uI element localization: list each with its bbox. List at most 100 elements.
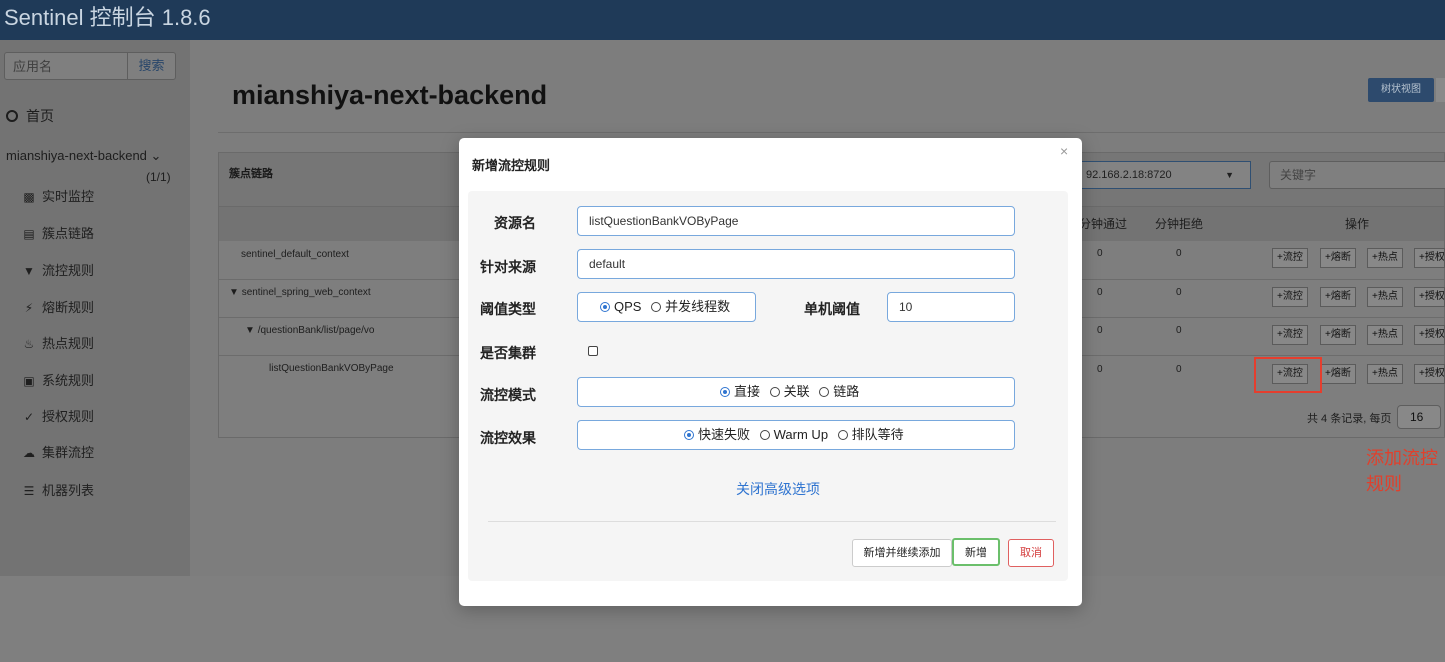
pager-summary: 共 4 条记录, 每页 [1307,413,1392,425]
mode-chain[interactable]: 链路 [819,378,859,406]
close-icon[interactable]: × [1060,143,1068,159]
mode-group: 直接 关联 链路 [577,377,1015,407]
add-degrade-button[interactable]: +熔断 [1320,287,1356,307]
sidebar-item-label: 熔断规则 [42,300,95,315]
home-label: 首页 [26,108,54,124]
sidebar: 搜索 首页 mianshiya-next-backend ⌄ (1/1) ▩ 实时… [0,40,190,576]
tree-view-button[interactable]: 树状视图 [1368,78,1434,102]
resource-label: 资源名 [494,215,536,231]
effect-fast-fail[interactable]: 快速失败 [684,421,750,449]
sidebar-item-links[interactable]: ▤ 簇点链路 [22,223,94,242]
add-flow-button[interactable]: +流控 [1272,287,1308,307]
add-degrade-button[interactable]: +熔断 [1320,364,1356,384]
add-hot-button[interactable]: +热点 [1367,287,1403,307]
col-reject: 分钟拒绝 [1155,217,1204,231]
add-hot-button[interactable]: +热点 [1367,364,1403,384]
radio-icon [651,302,662,312]
resource-name[interactable]: ▼ sentinel_spring_web_context [229,287,371,298]
sidebar-item-auth-rules[interactable]: ✓ 授权规则 [22,406,94,425]
machine-select[interactable]: 92.168.2.18:8720 ▼ [1081,161,1251,189]
sidebar-item-label: 授权规则 [42,409,95,424]
add-and-continue-button[interactable]: 新增并继续添加 [852,539,952,567]
machine-value: 92.168.2.18:8720 [1086,169,1172,181]
dialog-body: 资源名 listQuestionBankVOByPage 针对来源 defaul… [468,191,1068,581]
add-button[interactable]: 新增 [952,538,1000,566]
sidebar-item-flow-rules[interactable]: ▼ 流控规则 [22,260,94,279]
list-view-button[interactable] [1436,78,1445,102]
origin-field[interactable]: default [577,249,1015,279]
add-auth-button[interactable]: +授权 [1414,287,1445,307]
cluster-label: 是否集群 [480,345,536,361]
add-hot-button[interactable]: +热点 [1367,325,1403,345]
add-auth-button[interactable]: +授权 [1414,248,1445,268]
page-size-input[interactable]: 16 [1397,405,1441,429]
add-degrade-button[interactable]: +熔断 [1320,248,1356,268]
add-degrade-button[interactable]: +熔断 [1320,325,1356,345]
effect-warm-up[interactable]: Warm Up [759,421,828,449]
sidebar-item-label: 集群流控 [42,445,95,460]
filter-icon: ▼ [23,264,35,278]
resource-label: sentinel_spring_web_context [241,287,371,298]
fire-icon: ♨ [23,337,35,351]
app-menu[interactable]: mianshiya-next-backend ⌄ [6,148,161,164]
single-threshold-field[interactable]: 10 [887,292,1015,322]
chevron-down-icon: ⌄ [150,148,162,163]
add-hot-button[interactable]: +热点 [1367,248,1403,268]
threshold-type-qps[interactable]: QPS [600,293,641,321]
top-navbar: Sentinel 控制台 1.8.6 [0,0,1445,40]
panel-title: 簇点链路 [229,168,273,180]
annotation-label: 添加流控规则 [1366,448,1438,494]
sidebar-item-cluster[interactable]: ☁ 集群流控 [22,442,94,461]
keyword-input[interactable]: 关键字 [1269,161,1445,189]
sidebar-item-label: 热点规则 [42,336,95,351]
radio-icon [759,430,770,440]
cloud-icon: ☁ [23,446,35,460]
origin-label: 针对来源 [480,259,536,275]
resource-name: sentinel_default_context [241,249,349,260]
resource-name: listQuestionBankVOByPage [269,363,394,374]
effect-queue[interactable]: 排队等待 [837,421,904,449]
close-advanced-link[interactable]: 关闭高级选项 [736,479,820,499]
app-search-input[interactable] [5,53,127,79]
clock-icon [6,110,18,122]
bar-chart-icon: ▩ [23,190,35,204]
add-auth-button[interactable]: +授权 [1414,325,1445,345]
radio-checked-icon [684,430,694,440]
mode-relate[interactable]: 关联 [769,378,810,406]
threshold-type-group: QPS 并发线程数 [577,292,756,322]
th-list-icon: ☰ [23,484,35,498]
reject-count: 0 [1176,287,1182,298]
mode-label: 流控模式 [480,387,536,403]
sidebar-item-hot-rules[interactable]: ♨ 热点规则 [22,333,94,352]
caret-down-icon: ▼ [245,325,258,336]
caret-down-icon: ▼ [1225,170,1234,180]
add-flow-button[interactable]: +流控 [1272,248,1308,268]
list-icon: ▤ [23,227,35,241]
radio-icon [837,430,848,440]
add-flow-button[interactable]: +流控 [1272,325,1308,345]
resource-field[interactable]: listQuestionBankVOByPage [577,206,1015,236]
sidebar-item-degrade-rules[interactable]: ⚡ 熔断规则 [22,297,94,316]
app-instance-count: (1/1) [146,170,171,184]
add-auth-button[interactable]: +授权 [1414,364,1445,384]
check-icon: ✓ [23,410,35,424]
search-button[interactable]: 搜索 [127,53,175,79]
pass-count: 0 [1097,287,1103,298]
reject-count: 0 [1176,325,1182,336]
sidebar-item-system-rules[interactable]: ▣ 系统规则 [22,370,94,389]
sidebar-item-machines[interactable]: ☰ 机器列表 [22,480,94,499]
cancel-button[interactable]: 取消 [1008,539,1054,567]
sidebar-item-realtime[interactable]: ▩ 实时监控 [22,186,94,205]
mode-direct[interactable]: 直接 [720,378,760,406]
threshold-type-threads[interactable]: 并发线程数 [651,293,730,321]
sidebar-item-home[interactable]: 首页 [6,106,54,126]
divider [218,132,1445,133]
pass-count: 0 [1097,364,1103,375]
cluster-checkbox[interactable] [588,346,598,356]
resource-name[interactable]: ▼ /questionBank/list/page/vo [245,325,374,336]
threshold-type-label: 阈值类型 [480,301,536,317]
brand-title[interactable]: Sentinel 控制台 1.8.6 [4,4,211,32]
divider [488,521,1056,522]
sidebar-item-label: 流控规则 [42,263,95,278]
app-search: 搜索 [4,52,176,80]
